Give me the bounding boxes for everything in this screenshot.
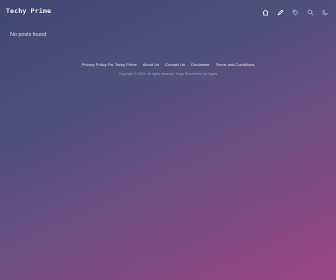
nav-search-button[interactable] bbox=[306, 8, 315, 17]
footer-links: Privacy Policy For Techy Prime About Us … bbox=[0, 62, 336, 67]
search-icon bbox=[307, 9, 314, 15]
footer-link-privacy[interactable]: Privacy Policy For Techy Prime bbox=[82, 62, 137, 67]
home-icon bbox=[262, 9, 269, 16]
footer-link-disclaimer[interactable]: Disclaimer bbox=[191, 62, 210, 67]
site-header: Techy Prime bbox=[0, 0, 336, 26]
nav-home-button[interactable] bbox=[261, 8, 270, 17]
pencil-icon bbox=[277, 9, 284, 15]
site-logo[interactable]: Techy Prime bbox=[6, 7, 51, 15]
nav-theme-toggle[interactable] bbox=[321, 8, 330, 17]
site-footer: Privacy Policy For Techy Prime About Us … bbox=[0, 62, 336, 76]
footer-link-about[interactable]: About Us bbox=[143, 62, 159, 67]
footer-link-contact[interactable]: Contact Us bbox=[165, 62, 185, 67]
nav-write-button[interactable] bbox=[276, 8, 285, 17]
tag-icon bbox=[292, 9, 299, 16]
moon-icon bbox=[322, 9, 328, 15]
nav-tags-button[interactable] bbox=[291, 8, 300, 17]
header-nav bbox=[255, 7, 330, 17]
no-posts-message: No posts found bbox=[10, 32, 47, 38]
copyright-text: Copyright © 2025. All rights reserved. H… bbox=[118, 72, 218, 76]
footer-link-terms[interactable]: Terms and Conditions bbox=[216, 62, 255, 67]
